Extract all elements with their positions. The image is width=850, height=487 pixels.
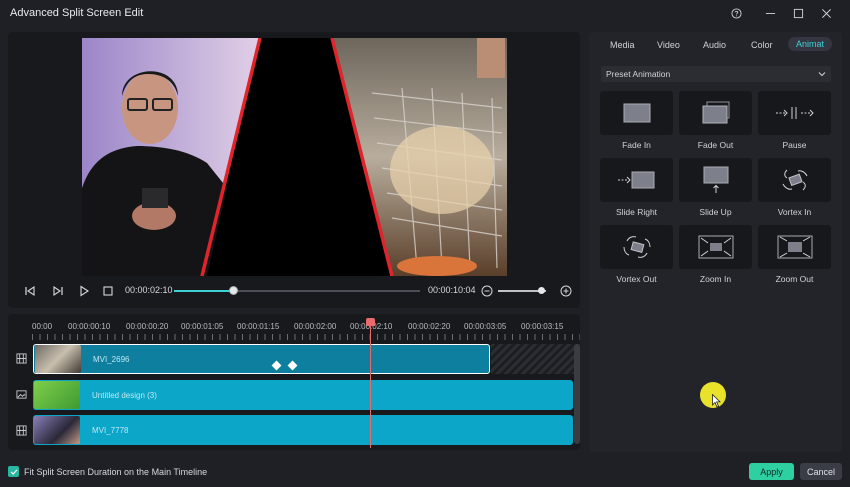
vortex-out-icon	[600, 225, 673, 269]
animation-label: Fade Out	[697, 140, 734, 150]
animation-label: Zoom Out	[775, 274, 814, 284]
ruler-ticks	[32, 334, 580, 340]
progress-fill	[174, 290, 234, 292]
pause-icon	[758, 91, 831, 135]
animation-label: Slide Right	[615, 207, 658, 217]
animation-fade-in[interactable]: Fade In	[600, 91, 673, 150]
animation-label: Zoom In	[699, 274, 732, 284]
timeline-clip-untitled-design[interactable]: Untitled design (3)	[33, 380, 573, 410]
slide-right-icon	[600, 158, 673, 202]
cancel-button[interactable]: Cancel	[800, 463, 842, 480]
animation-label: Slide Up	[699, 207, 732, 217]
animation-pause[interactable]: Pause	[758, 91, 831, 150]
vortex-in-icon	[758, 158, 831, 202]
previous-frame-icon[interactable]	[22, 283, 38, 299]
zoom-out-icon[interactable]	[479, 283, 495, 299]
zoom-slider[interactable]	[498, 287, 546, 294]
timeline: 00:00 00:00:00:10 00:00:00:20 00:00:01:0…	[8, 314, 580, 450]
ruler-label: 00:00	[32, 322, 53, 331]
clip-label: Untitled design (3)	[92, 390, 157, 400]
ruler-label: 00:00:00:10	[68, 322, 111, 331]
clip-label: MVI_2696	[93, 354, 130, 364]
timeline-ruler[interactable]: 00:00 00:00:00:10 00:00:00:20 00:00:01:0…	[32, 320, 580, 340]
empty-track-area	[491, 344, 580, 374]
cursor-highlight	[700, 382, 726, 408]
dropdown-label: Preset Animation	[606, 69, 671, 79]
playback-controls: 00:00:02:10 00:00:10:04	[8, 278, 580, 304]
split-screen-preview[interactable]	[82, 38, 507, 276]
playback-progress-bar[interactable]	[174, 286, 420, 295]
panel-tabs: Media Video Audio Color Animat	[589, 32, 842, 58]
clip-thumbnail	[35, 345, 81, 373]
play-icon[interactable]	[76, 283, 92, 299]
image-track-icon	[14, 387, 28, 401]
tab-audio[interactable]: Audio	[703, 40, 726, 50]
fit-duration-checkbox[interactable]	[8, 466, 19, 477]
zoom-in-animation-icon	[679, 225, 752, 269]
current-time: 00:00:02:10	[125, 285, 173, 295]
preview-area	[8, 32, 580, 308]
timeline-clip-mvi-2696[interactable]: MVI_2696	[33, 344, 490, 374]
animation-vortex-out[interactable]: Vortex Out	[600, 225, 673, 284]
title-bar: Advanced Split Screen Edit	[0, 0, 850, 26]
ruler-label: 00:00:03:15	[521, 322, 564, 331]
maximize-icon[interactable]	[784, 2, 812, 24]
animation-vortex-in[interactable]: Vortex In	[758, 158, 831, 217]
window-title: Advanced Split Screen Edit	[10, 7, 144, 19]
zoom-slider-handle[interactable]	[538, 287, 546, 294]
tab-color[interactable]: Color	[751, 40, 773, 50]
zoom-in-icon[interactable]	[558, 283, 574, 299]
clip-thumbnail	[34, 416, 80, 444]
animation-slide-up[interactable]: Slide Up	[679, 158, 752, 217]
timeline-scrollbar[interactable]	[574, 344, 580, 444]
clip-label: MVI_7778	[92, 425, 129, 435]
ruler-label: 00:00:02:00	[294, 322, 337, 331]
minimize-icon[interactable]	[756, 2, 784, 24]
video-track-icon	[14, 423, 28, 437]
close-icon[interactable]	[812, 2, 840, 24]
ruler-label: 00:00:01:05	[181, 322, 224, 331]
animation-fade-out[interactable]: Fade Out	[679, 91, 752, 150]
timeline-clip-mvi-7778[interactable]: MVI_7778	[33, 415, 573, 445]
fade-in-icon	[600, 91, 673, 135]
mouse-pointer-icon	[712, 394, 721, 408]
animation-zoom-out[interactable]: Zoom Out	[758, 225, 831, 284]
video-track-icon	[14, 351, 28, 365]
fit-duration-label[interactable]: Fit Split Screen Duration on the Main Ti…	[24, 467, 207, 477]
animation-zoom-in[interactable]: Zoom In	[679, 225, 752, 284]
stop-icon[interactable]	[100, 283, 116, 299]
chevron-down-icon	[818, 72, 826, 77]
zoom-out-animation-icon	[758, 225, 831, 269]
playhead-handle[interactable]	[366, 318, 375, 326]
preset-animation-dropdown[interactable]: Preset Animation	[601, 66, 831, 82]
ruler-label: 00:00:01:15	[237, 322, 280, 331]
help-icon[interactable]	[722, 2, 750, 24]
ruler-label: 00:00:03:05	[464, 322, 507, 331]
clip-thumbnail	[34, 381, 80, 409]
next-frame-icon[interactable]	[50, 283, 66, 299]
animation-label: Fade In	[622, 140, 651, 150]
dialog-footer: Fit Split Screen Duration on the Main Ti…	[0, 458, 850, 487]
animation-label: Vortex In	[777, 207, 812, 217]
total-time: 00:00:10:04	[428, 285, 476, 295]
animation-slide-right[interactable]: Slide Right	[600, 158, 673, 217]
tab-video[interactable]: Video	[657, 40, 680, 50]
fade-out-icon	[679, 91, 752, 135]
progress-handle[interactable]	[229, 286, 239, 295]
animation-label: Pause	[782, 140, 807, 150]
animation-label: Vortex Out	[616, 274, 657, 284]
tab-animation[interactable]: Animat	[788, 37, 833, 51]
tab-media[interactable]: Media	[610, 40, 635, 50]
slide-up-icon	[679, 158, 752, 202]
apply-button[interactable]: Apply	[749, 463, 794, 480]
ruler-label: 00:00:02:20	[408, 322, 451, 331]
window-controls	[722, 0, 840, 26]
ruler-label: 00:00:00:20	[126, 322, 169, 331]
playhead[interactable]	[366, 318, 375, 448]
